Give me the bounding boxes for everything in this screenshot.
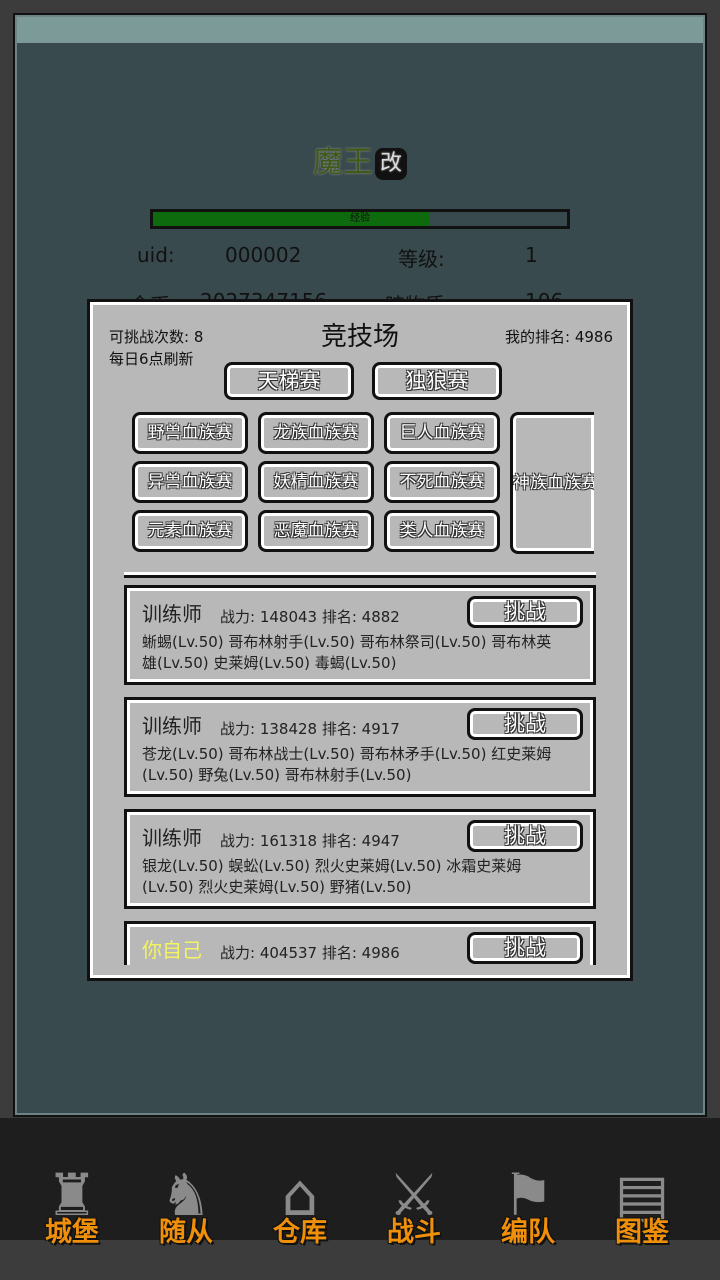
category-button[interactable]: 妖精血族赛	[258, 461, 374, 503]
nav-castle[interactable]: ♜ 城堡	[27, 1160, 117, 1250]
challenge-button[interactable]: 挑战	[467, 596, 583, 628]
opponent-stats: 战力: 161318 排名: 4947	[220, 832, 400, 850]
category-button[interactable]: 野兽血族赛	[132, 412, 248, 454]
opponent-name: 训练师	[142, 602, 202, 626]
challenge-button[interactable]: 挑战	[467, 932, 583, 964]
category-button[interactable]: 龙族血族赛	[258, 412, 374, 454]
category-button[interactable]: 元素血族赛	[132, 510, 248, 552]
opponent-team: 银龙(Lv.50) 蜈蚣(Lv.50) 烈火史莱姆(Lv.50) 冰霜史莱姆(L…	[142, 857, 522, 896]
nav-label: 随从	[159, 1217, 213, 1248]
challenge-button[interactable]: 挑战	[467, 708, 583, 740]
nav-label: 城堡	[45, 1217, 99, 1248]
opponent-name: 训练师	[142, 826, 202, 850]
arena-dialog: 竞技场 可挑战次数: 8 每日6点刷新 我的排名: 4986 天梯赛 独狼赛 野…	[87, 299, 633, 981]
challenges-left: 可挑战次数: 8	[109, 328, 204, 346]
nav-swords[interactable]: ⚔ 战斗	[369, 1160, 459, 1250]
opponent-name: 训练师	[142, 714, 202, 738]
player-name: 魔王改	[15, 137, 705, 181]
opponent-card: 训练师 战力: 161318 排名: 4947 银龙(Lv.50) 蜈蚣(Lv.…	[124, 809, 596, 909]
category-button[interactable]: 类人血族赛	[384, 510, 500, 552]
exp-label: 经验	[350, 213, 370, 224]
my-rank: 我的排名: 4986	[505, 328, 613, 346]
opponent-card: 你自己 战力: 404537 排名: 4986 挑战	[124, 921, 596, 965]
nav-book[interactable]: ▤ 图鉴	[597, 1160, 687, 1250]
nav-label: 编队	[501, 1217, 555, 1248]
category-button[interactable]: 异兽血族赛	[132, 461, 248, 503]
nav-flag[interactable]: ⚑ 编队	[483, 1160, 573, 1250]
level-label: 等级:	[398, 247, 445, 271]
panel-header	[17, 17, 703, 43]
level-value: 1	[525, 243, 538, 267]
nav-barn[interactable]: ⌂ 仓库	[255, 1160, 345, 1250]
category-button[interactable]: 巨人血族赛	[384, 412, 500, 454]
opponent-stats: 战力: 404537 排名: 4986	[220, 944, 400, 962]
opponent-team: 蜥蜴(Lv.50) 哥布林射手(Lv.50) 哥布林祭司(Lv.50) 哥布林英…	[142, 633, 552, 672]
challenge-button[interactable]: 挑战	[467, 820, 583, 852]
category-divine[interactable]: 神族血族赛	[510, 412, 594, 554]
category-button[interactable]: 不死血族赛	[384, 461, 500, 503]
player-name-text: 魔王	[313, 145, 373, 180]
rename-button[interactable]: 改	[375, 147, 407, 180]
nav-label: 图鉴	[615, 1217, 669, 1248]
uid-label: uid:	[137, 243, 175, 267]
opponent-stats: 战力: 148043 排名: 4882	[220, 608, 400, 626]
ladder-tab[interactable]: 天梯赛	[224, 362, 354, 400]
nav-label: 仓库	[273, 1217, 327, 1248]
divider	[124, 572, 596, 578]
nav-knight[interactable]: ♞ 随从	[141, 1160, 231, 1250]
category-button[interactable]: 恶魔血族赛	[258, 510, 374, 552]
opponent-stats: 战力: 138428 排名: 4917	[220, 720, 400, 738]
nav-label: 战斗	[387, 1217, 441, 1248]
opponent-list[interactable]: 训练师 战力: 148043 排名: 4882 蜥蜴(Lv.50) 哥布林射手(…	[124, 585, 598, 965]
opponent-name: 你自己	[142, 938, 202, 962]
refresh-note: 每日6点刷新	[109, 350, 194, 368]
opponent-card: 训练师 战力: 138428 排名: 4917 苍龙(Lv.50) 哥布林战士(…	[124, 697, 596, 797]
opponent-team: 苍龙(Lv.50) 哥布林战士(Lv.50) 哥布林矛手(Lv.50) 红史莱姆…	[142, 745, 552, 784]
lone-wolf-tab[interactable]: 独狼赛	[372, 362, 502, 400]
uid-value: 000002	[225, 243, 302, 267]
opponent-card: 训练师 战力: 148043 排名: 4882 蜥蜴(Lv.50) 哥布林射手(…	[124, 585, 596, 685]
exp-bar: 经验	[150, 209, 570, 229]
